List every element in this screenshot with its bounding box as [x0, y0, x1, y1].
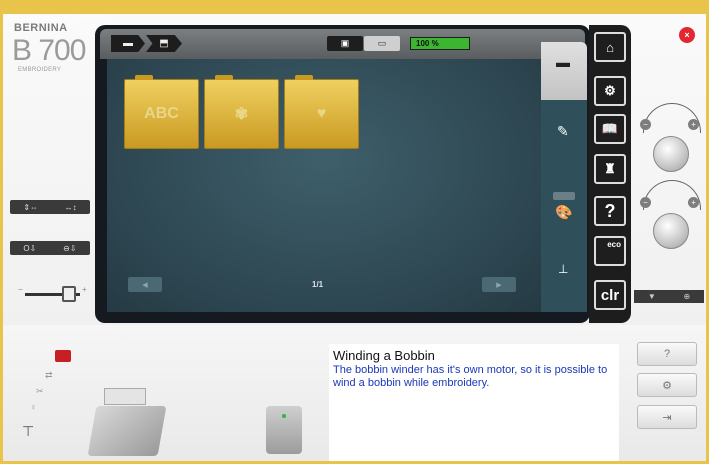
plus-icon: + — [691, 120, 696, 129]
bobbin-winder-box — [104, 388, 146, 405]
foot-indicator-dot — [282, 414, 286, 418]
alphabet-folder[interactable]: ABC — [124, 75, 199, 149]
close-icon: × — [684, 30, 690, 40]
minus-icon: − — [643, 120, 648, 129]
progress-indicator: 100 % — [410, 37, 470, 50]
chevron-left-icon: ◀ — [142, 281, 148, 289]
side-help-button[interactable]: ? — [637, 342, 697, 366]
help-button[interactable]: ? — [594, 196, 626, 226]
gear-icon: ⚙ — [662, 379, 672, 392]
brand-model: B 700 — [12, 34, 86, 67]
upper-knob[interactable] — [653, 136, 689, 172]
folder-tab-icon: ▬ — [556, 54, 570, 70]
brand-name: BERNINA — [14, 22, 68, 34]
side-needle-button[interactable]: ⇥ — [637, 405, 697, 429]
needle-thread-icon[interactable]: ⊥ — [558, 262, 568, 276]
tutorial-button[interactable]: 📖 — [594, 114, 626, 144]
page-prev-button[interactable]: ◀ — [128, 277, 162, 292]
color-slot-icon — [553, 192, 575, 200]
speed-slider-knob[interactable] — [62, 286, 76, 302]
page-number: 1/1 — [312, 280, 324, 289]
secure-icon[interactable]: ⇄ — [45, 370, 53, 381]
help-icon: ? — [663, 348, 671, 360]
breadcrumb-folder[interactable]: ▬ — [111, 35, 145, 52]
stitch-length-minus[interactable]: − — [640, 197, 651, 208]
sewing-mode-button[interactable]: ▭ — [364, 36, 400, 51]
embroidery-mode-button[interactable]: ▣ — [327, 36, 363, 51]
foot-pedal — [87, 406, 167, 456]
eco-button[interactable]: eco — [594, 236, 626, 266]
gear-icon: ⚙ — [604, 83, 616, 98]
mirror-horizontal-icon[interactable]: ↔↕ — [65, 203, 77, 212]
info-text: The bobbin winder has it's own motor, so… — [333, 364, 608, 389]
right-bottom-bar[interactable]: ▼ ⊕ — [634, 290, 704, 303]
clear-label: clr — [600, 286, 620, 304]
palette-icon[interactable]: 🎨 — [555, 204, 572, 221]
presser-foot-icon[interactable]: ♀ — [30, 402, 37, 412]
battery-icon: ▭ — [377, 38, 387, 48]
needle-threader-icon: ⇥ — [662, 411, 672, 424]
stitch-width-plus[interactable]: + — [688, 119, 699, 130]
needle-buttons[interactable]: O⇩ ⊖⇩ — [10, 241, 90, 255]
help-icon: ? — [604, 200, 616, 221]
side-settings-button[interactable]: ⚙ — [637, 373, 697, 397]
needle-icon: ⊤ — [22, 423, 35, 439]
folder-open-icon: ⬒ — [159, 38, 169, 49]
eco-icon: eco — [607, 240, 621, 249]
start-stop-indicator[interactable] — [55, 350, 71, 362]
mirror-vertical-icon[interactable]: ⇕⇔ — [23, 203, 38, 212]
folder-tab[interactable]: ▬ — [541, 42, 587, 100]
butterfly-folder[interactable]: ✾ — [204, 75, 279, 149]
speed-plus-label: + — [82, 285, 87, 294]
close-button[interactable]: × — [679, 27, 695, 43]
dress-form-icon: ♜ — [604, 161, 616, 176]
scissors-icon[interactable]: ✂ — [36, 386, 44, 397]
minus-icon: − — [643, 198, 648, 207]
folder-icon: ▬ — [123, 38, 133, 49]
needle-position-icon[interactable]: ⊖⇩ — [63, 244, 76, 253]
alphabet-label: ABC — [144, 105, 179, 122]
pencil-icon[interactable]: ✎ — [557, 123, 569, 140]
home-button[interactable]: ⌂ — [594, 32, 626, 62]
home-icon: ⌂ — [606, 39, 614, 55]
stitch-width-minus[interactable]: − — [640, 119, 651, 130]
stitch-length-plus[interactable]: + — [688, 197, 699, 208]
heart-icon: ♥ — [316, 105, 327, 122]
clear-button[interactable]: clr — [594, 280, 626, 310]
hoop-icon: ▣ — [340, 38, 350, 48]
brand-subtitle: EMBROIDERY — [18, 67, 62, 73]
heart-folder[interactable]: ♥ — [284, 75, 359, 149]
book-icon: 📖 — [601, 121, 619, 136]
plus-icon: + — [691, 198, 696, 207]
page-next-button[interactable]: ▶ — [482, 277, 516, 292]
butterfly-icon: ✾ — [234, 106, 249, 123]
lower-knob[interactable] — [653, 213, 689, 249]
crosshair-icon[interactable]: ⊕ — [683, 292, 690, 301]
stitch-down-icon[interactable]: ▼ — [648, 292, 656, 301]
needle-stop-icon[interactable]: O⇩ — [23, 244, 36, 253]
info-title: Winding a Bobbin — [333, 348, 435, 363]
pattern-mirror-buttons[interactable]: ⇕⇔ ↔↕ — [10, 200, 90, 214]
window-title: SimulatorBernina700_v38.27.20 — [6, 15, 107, 22]
speed-minus-label: − — [18, 285, 23, 294]
creative-consultant-button[interactable]: ♜ — [594, 154, 626, 184]
settings-button[interactable]: ⚙ — [594, 76, 626, 106]
chevron-right-icon: ▶ — [496, 281, 502, 289]
